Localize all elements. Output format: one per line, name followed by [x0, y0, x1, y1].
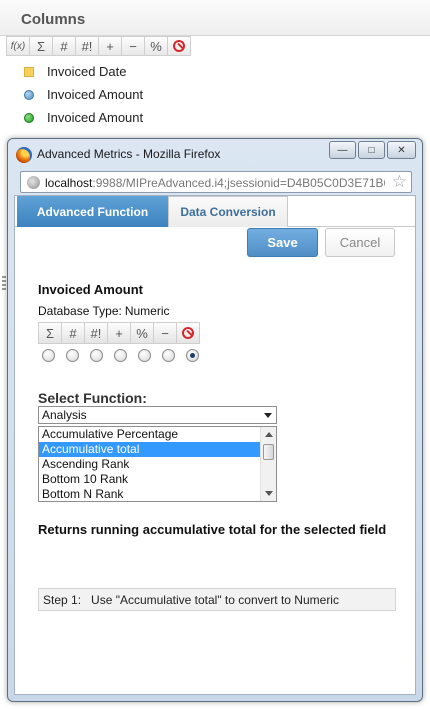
step-box: Step 1: Use "Accumulative total" to conv… — [38, 588, 396, 611]
database-type-label: Database Type: — [38, 304, 122, 318]
plus-button[interactable]: + — [98, 36, 122, 56]
sum-icon: Σ — [45, 325, 55, 341]
scroll-up-icon[interactable] — [265, 432, 273, 437]
cancel-button[interactable]: Cancel — [325, 228, 395, 257]
bookmark-star-icon[interactable]: ☆ — [392, 172, 407, 192]
database-type: Database Type: Numeric — [38, 304, 170, 318]
column-label: Invoiced Amount — [47, 110, 144, 125]
url-host: localhost — [45, 176, 93, 190]
columns-title: Columns — [21, 11, 86, 28]
function-radio-group — [42, 349, 210, 362]
window-title: Advanced Metrics - Mozilla Firefox — [37, 147, 221, 161]
maximize-button[interactable]: □ — [358, 141, 385, 159]
save-button[interactable]: Save — [247, 228, 318, 257]
distinct-count-icon: #! — [81, 38, 93, 54]
list-item[interactable]: Bottom 10 Rank — [39, 472, 261, 487]
percent-icon: % — [150, 38, 162, 54]
count-icon: # — [60, 38, 68, 54]
columns-panel-header: Columns — [0, 0, 430, 36]
column-label: Invoiced Amount — [47, 87, 144, 102]
sum-icon: Σ — [36, 38, 46, 54]
close-button[interactable]: ✕ — [387, 141, 416, 159]
close-icon: ✕ — [397, 144, 406, 156]
blue-dot-icon — [24, 89, 34, 100]
list-item[interactable]: Accumulative Percentage — [39, 427, 261, 442]
window-titlebar[interactable]: Advanced Metrics - Mozilla Firefox — □ ✕ — [8, 139, 422, 169]
minus-icon: − — [129, 38, 137, 54]
function-listbox[interactable]: Accumulative Percentage Accumulative tot… — [38, 426, 277, 502]
sum-button[interactable]: Σ — [29, 36, 53, 56]
plus-icon: + — [106, 38, 114, 54]
url-path: :9988/MIPreAdvanced.i4;jsessionid=D4B05C… — [92, 176, 385, 190]
function-icon: f(x) — [10, 40, 26, 52]
distinct-count-icon: #! — [90, 325, 102, 341]
radio-percent[interactable] — [138, 349, 151, 362]
list-item[interactable]: Invoiced Amount — [24, 83, 143, 106]
radio-distinct-count[interactable] — [90, 349, 103, 362]
listbox-scrollbar[interactable] — [260, 427, 276, 501]
radio-none[interactable] — [186, 349, 199, 362]
radio-count[interactable] — [66, 349, 79, 362]
distinct-count-button[interactable]: #! — [84, 322, 108, 344]
list-item[interactable]: Invoiced Date — [24, 60, 143, 83]
count-icon: # — [69, 325, 77, 341]
percent-button[interactable]: % — [130, 322, 154, 344]
function-button[interactable]: f(x) — [6, 36, 30, 56]
scroll-thumb[interactable] — [263, 444, 274, 460]
percent-button[interactable]: % — [144, 36, 168, 56]
dropdown-value: Analysis — [42, 408, 87, 422]
scroll-down-icon[interactable] — [265, 491, 273, 496]
chevron-down-icon — [264, 413, 272, 418]
minus-button[interactable]: − — [121, 36, 145, 56]
database-type-value: Numeric — [124, 304, 170, 318]
green-dot-icon — [24, 112, 34, 123]
count-button[interactable]: # — [61, 322, 85, 344]
globe-icon — [27, 176, 40, 189]
no-icon — [173, 40, 185, 52]
columns-list: Invoiced Date Invoiced Amount Invoiced A… — [24, 60, 143, 129]
plus-button[interactable]: + — [107, 322, 131, 344]
function-toolbar: Σ # #! + % − — [38, 322, 200, 344]
function-category-select[interactable]: Analysis — [38, 406, 277, 424]
yellow-square-icon — [24, 66, 34, 77]
remove-button[interactable] — [176, 322, 200, 344]
tab-data-conversion[interactable]: Data Conversion — [168, 196, 288, 227]
minus-icon: − — [161, 325, 169, 341]
count-button[interactable]: # — [52, 36, 76, 56]
radio-sum[interactable] — [42, 349, 55, 362]
list-item[interactable]: Ascending Rank — [39, 457, 261, 472]
minus-button[interactable]: − — [153, 322, 177, 344]
minimize-button[interactable]: — — [329, 141, 356, 159]
field-name: Invoiced Amount — [38, 282, 143, 297]
resize-handle[interactable] — [2, 276, 6, 292]
remove-button[interactable] — [167, 36, 191, 56]
no-icon — [182, 327, 194, 339]
dialog-content: Advanced Function Data Conversion Save C… — [14, 195, 416, 695]
tab-advanced-function[interactable]: Advanced Function — [17, 196, 168, 227]
list-item[interactable]: Invoiced Amount — [24, 106, 143, 129]
plus-icon: + — [115, 325, 123, 341]
minimize-icon: — — [337, 144, 348, 156]
sum-button[interactable]: Σ — [38, 322, 62, 344]
radio-minus[interactable] — [162, 349, 175, 362]
list-item[interactable]: Bottom N Rank — [39, 487, 261, 501]
step-text: Step 1: Use "Accumulative total" to conv… — [43, 593, 339, 607]
select-function-label: Select Function: — [38, 390, 147, 406]
radio-plus[interactable] — [114, 349, 127, 362]
window-controls: — □ ✕ — [329, 141, 416, 159]
function-description: Returns running accumulative total for t… — [38, 522, 387, 537]
tab-strip: Advanced Function Data Conversion — [15, 196, 415, 227]
columns-toolbar: f(x) Σ # #! + − % — [6, 36, 191, 56]
maximize-icon: □ — [368, 144, 375, 156]
url-text: localhost:9988/MIPreAdvanced.i4;jsession… — [45, 176, 385, 190]
firefox-window: Advanced Metrics - Mozilla Firefox — □ ✕… — [7, 138, 423, 702]
percent-icon: % — [136, 325, 148, 341]
url-bar[interactable]: localhost:9988/MIPreAdvanced.i4;jsession… — [20, 171, 412, 193]
list-item-selected[interactable]: Accumulative total — [39, 442, 261, 457]
firefox-logo-icon — [16, 147, 32, 163]
distinct-count-button[interactable]: #! — [75, 36, 99, 56]
column-label: Invoiced Date — [47, 64, 127, 79]
